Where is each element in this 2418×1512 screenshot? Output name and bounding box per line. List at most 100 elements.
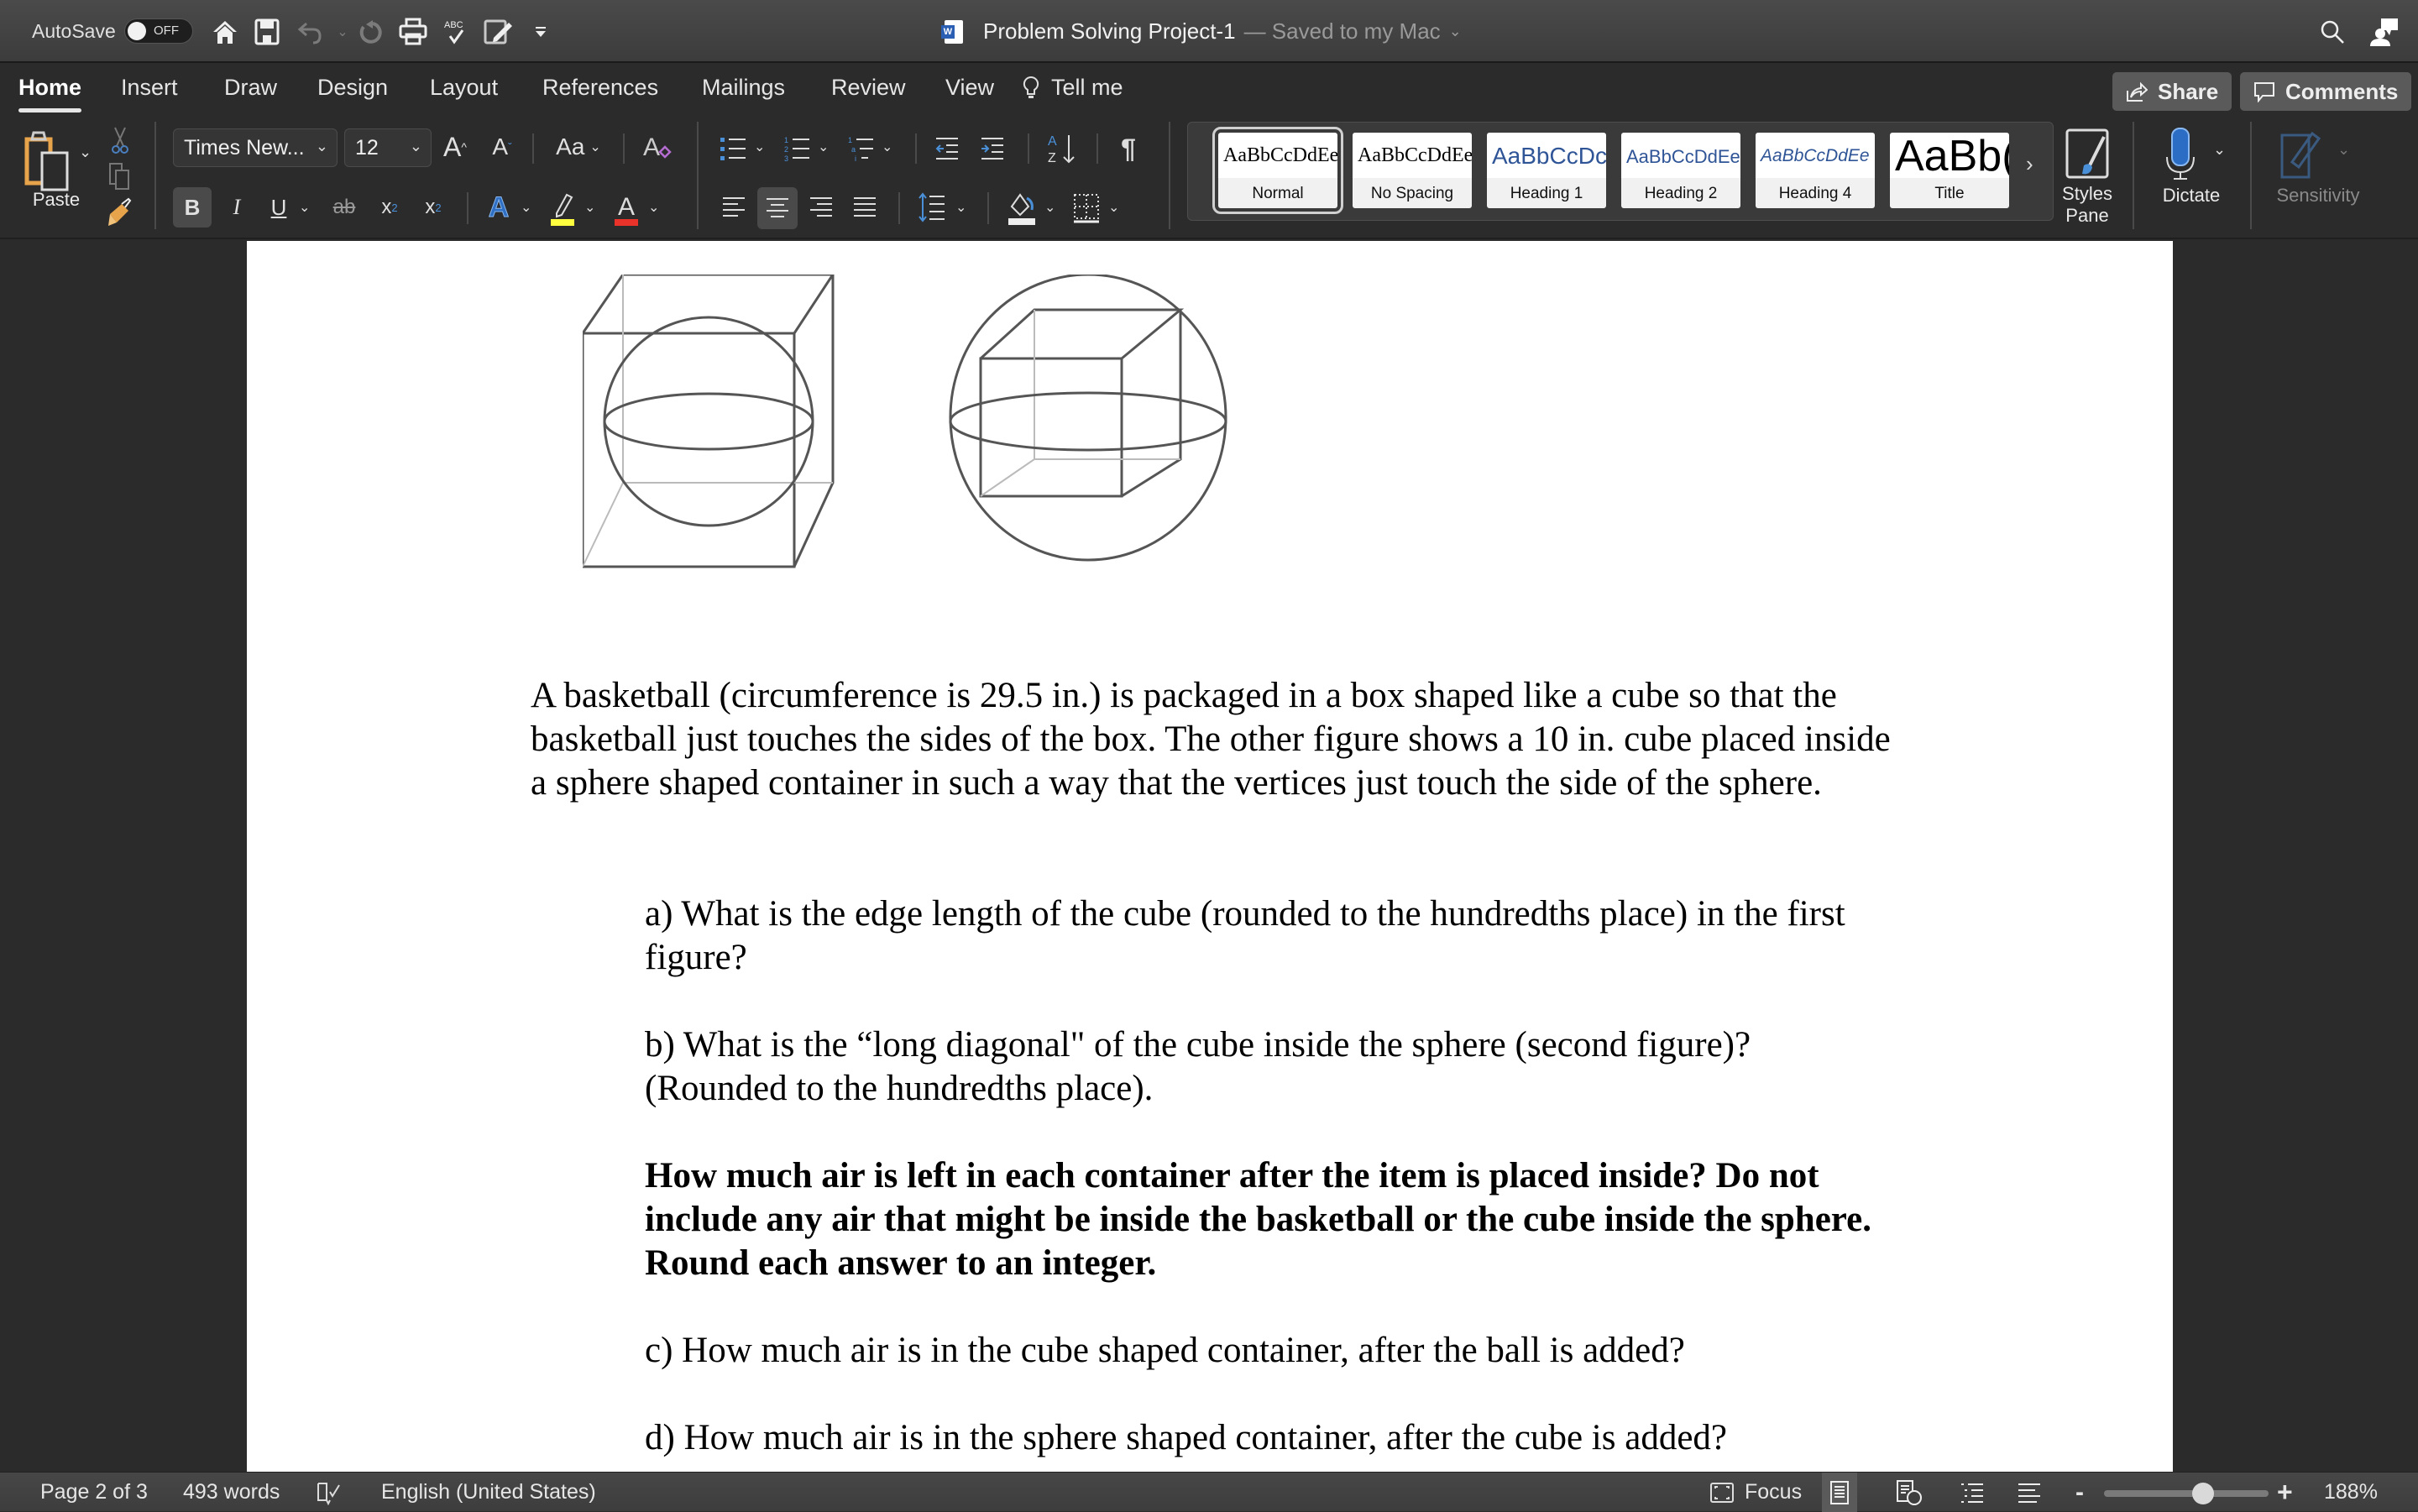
strikethrough-button[interactable]: ab xyxy=(327,187,361,228)
shrink-font-icon[interactable]: Aˇ xyxy=(485,130,519,164)
change-case-button[interactable]: Aa ⌄ xyxy=(549,130,608,164)
word-count[interactable]: 493 words xyxy=(183,1473,280,1512)
language[interactable]: English (United States) xyxy=(381,1473,596,1512)
italic-button[interactable]: I xyxy=(222,187,252,228)
sort-icon[interactable]: AZ xyxy=(1044,130,1078,167)
style-sample: AaBbCcDdEe xyxy=(1358,144,1472,166)
web-layout-view-icon[interactable] xyxy=(1896,1473,1923,1512)
print-icon[interactable] xyxy=(396,15,430,49)
zoom-in-button[interactable]: + xyxy=(2277,1473,2293,1512)
style-name: No Spacing xyxy=(1370,185,1454,202)
font-color-icon[interactable]: A xyxy=(610,187,643,229)
dictate-button[interactable] xyxy=(2158,126,2203,181)
copy-icon[interactable] xyxy=(104,160,134,192)
style-title[interactable]: AaBb( Title xyxy=(1890,133,2009,208)
highlight-icon[interactable] xyxy=(546,187,579,229)
redo-icon[interactable] xyxy=(353,15,386,49)
cut-icon[interactable] xyxy=(106,125,134,155)
zoom-slider[interactable] xyxy=(2104,1483,2269,1504)
justify-icon[interactable] xyxy=(850,187,880,228)
style-heading-1[interactable]: AaBbCcDc Heading 1 xyxy=(1487,133,1606,208)
tab-insert[interactable]: Insert xyxy=(121,75,178,101)
comments-button[interactable]: Comments xyxy=(2240,72,2412,111)
tab-draw[interactable]: Draw xyxy=(224,75,277,101)
gallery-more-icon[interactable]: › xyxy=(2026,151,2033,177)
spelling-check-icon[interactable]: ABC xyxy=(440,15,474,49)
grow-font-icon[interactable]: A ^ xyxy=(438,130,472,164)
tab-design[interactable]: Design xyxy=(317,75,388,101)
customize-toolbar-icon[interactable] xyxy=(524,15,557,49)
proofing-icon[interactable] xyxy=(316,1473,341,1512)
home-icon[interactable] xyxy=(208,15,242,49)
superscript-button[interactable]: x2 xyxy=(418,187,448,228)
share-person-icon[interactable] xyxy=(2368,15,2401,49)
styles-pane-icon[interactable] xyxy=(2060,126,2114,181)
font-color-dropdown-icon[interactable]: ⌄ xyxy=(648,199,659,216)
clear-formatting-icon[interactable]: A xyxy=(638,128,675,165)
sensitivity-dropdown-icon[interactable]: ⌄ xyxy=(2337,141,2350,159)
text-effects-icon[interactable]: A xyxy=(482,187,516,228)
edit-document-icon[interactable] xyxy=(482,15,516,49)
shading-icon[interactable] xyxy=(1004,187,1039,229)
undo-icon[interactable] xyxy=(294,15,327,49)
tab-references[interactable]: References xyxy=(542,75,658,101)
tab-layout[interactable]: Layout xyxy=(430,75,498,101)
title-bar: AutoSave OFF ⌄ ABC Problem Solving Proje… xyxy=(0,0,2418,63)
tell-me-search[interactable]: Tell me xyxy=(1023,75,1123,101)
style-normal[interactable]: AaBbCcDdEe Normal xyxy=(1212,127,1343,214)
share-button[interactable]: Share xyxy=(2112,72,2232,111)
align-right-icon[interactable] xyxy=(806,187,836,228)
text-effects-dropdown-icon[interactable]: ⌄ xyxy=(521,199,531,216)
page-count[interactable]: Page 2 of 3 xyxy=(40,1473,148,1512)
dictate-dropdown-icon[interactable]: ⌄ xyxy=(2213,141,2226,159)
font-name-dropdown[interactable]: Times New... ⌄ xyxy=(173,128,338,167)
shading-dropdown-icon[interactable]: ⌄ xyxy=(1044,199,1055,216)
underline-button[interactable]: U xyxy=(264,187,294,228)
chevron-down-icon: ⌄ xyxy=(1448,23,1462,39)
multilevel-dropdown-icon[interactable]: ⌄ xyxy=(882,139,892,155)
paste-dropdown-icon[interactable]: ⌄ xyxy=(79,144,92,161)
subscript-button[interactable]: x2 xyxy=(374,187,405,228)
save-icon[interactable] xyxy=(250,15,284,49)
style-heading-4[interactable]: AaBbCcDdEe Heading 4 xyxy=(1756,133,1875,208)
autosave-toggle[interactable]: OFF xyxy=(124,18,193,44)
tab-review[interactable]: Review xyxy=(831,75,906,101)
outline-view-icon[interactable] xyxy=(1960,1473,1985,1512)
bold-button[interactable]: B xyxy=(173,187,212,228)
zoom-slider-thumb[interactable] xyxy=(2191,1483,2214,1504)
document-page[interactable]: A basketball (circumference is 29.5 in.)… xyxy=(247,241,2173,1472)
font-size-dropdown[interactable]: 12 ⌄ xyxy=(344,128,432,167)
search-icon[interactable] xyxy=(2316,15,2349,49)
zoom-out-button[interactable]: - xyxy=(2075,1473,2084,1512)
bullets-icon[interactable] xyxy=(719,132,749,165)
underline-dropdown-icon[interactable]: ⌄ xyxy=(299,199,310,216)
numbering-dropdown-icon[interactable]: ⌄ xyxy=(818,139,829,155)
line-spacing-dropdown-icon[interactable]: ⌄ xyxy=(955,199,966,216)
numbering-icon[interactable]: 123 xyxy=(782,132,813,165)
tab-view[interactable]: View xyxy=(945,75,994,101)
zoom-level[interactable]: 188% xyxy=(2324,1473,2378,1512)
style-no-spacing[interactable]: AaBbCcDdEe No Spacing xyxy=(1353,133,1472,208)
style-heading-2[interactable]: AaBbCcDdEe Heading 2 xyxy=(1621,133,1740,208)
sensitivity-label: Sensitivity xyxy=(2276,185,2360,206)
bullets-dropdown-icon[interactable]: ⌄ xyxy=(754,139,765,155)
paste-button[interactable] xyxy=(22,127,76,194)
document-title[interactable]: Problem Solving Project-1 — Saved to my … xyxy=(941,0,1462,63)
increase-indent-icon[interactable] xyxy=(977,132,1008,165)
align-center-icon[interactable] xyxy=(757,187,798,229)
tab-home[interactable]: Home xyxy=(18,75,82,112)
line-spacing-icon[interactable] xyxy=(915,187,949,228)
borders-dropdown-icon[interactable]: ⌄ xyxy=(1108,199,1119,216)
draft-view-icon[interactable] xyxy=(2017,1473,2042,1512)
decrease-indent-icon[interactable] xyxy=(932,132,962,165)
focus-button[interactable]: Focus xyxy=(1709,1473,1802,1512)
format-painter-icon[interactable] xyxy=(104,196,134,229)
print-layout-view-icon[interactable] xyxy=(1822,1473,1857,1512)
sensitivity-icon[interactable] xyxy=(2279,126,2326,181)
tab-mailings[interactable]: Mailings xyxy=(702,75,785,101)
borders-icon[interactable] xyxy=(1070,187,1103,229)
multilevel-list-icon[interactable]: 1ai xyxy=(846,132,877,165)
highlight-dropdown-icon[interactable]: ⌄ xyxy=(584,199,595,216)
show-formatting-marks-icon[interactable]: ¶ xyxy=(1113,130,1144,167)
align-left-icon[interactable] xyxy=(719,187,749,228)
